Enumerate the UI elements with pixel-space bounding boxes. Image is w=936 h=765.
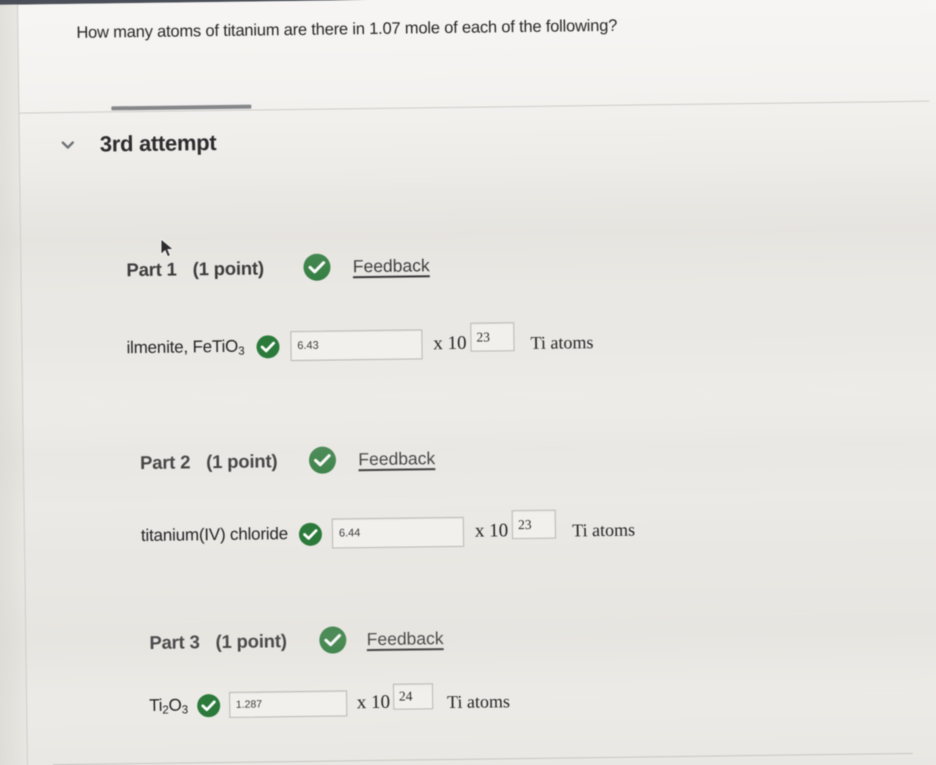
part-3-exponent-input[interactable]: [392, 683, 434, 710]
part-2-unit: Ti atoms: [572, 519, 636, 540]
page-surface: How many atoms of titanium are there in …: [0, 0, 936, 765]
part-2-compound: titanium(IV) chloride: [140, 524, 289, 546]
screenshot-photo: How many atoms of titanium are there in …: [0, 0, 936, 765]
page-lighting: [0, 0, 936, 765]
part-2-label: Part 2: [139, 450, 191, 473]
part-3-multiplier: x 10: [356, 691, 391, 714]
part-3-feedback-link[interactable]: Feedback: [367, 628, 444, 650]
part-1-feedback-link[interactable]: Feedback: [353, 255, 430, 277]
part-3-header: Part 3 (1 point) Feedback: [149, 625, 444, 656]
part-2-coefficient-input[interactable]: [331, 516, 465, 549]
part-3-coefficient-input[interactable]: [228, 690, 347, 718]
part-2-feedback-link[interactable]: Feedback: [358, 448, 435, 470]
part-1-label: Part 1: [126, 258, 177, 280]
part-3-points: (1 point): [215, 629, 287, 652]
part-3-compound: Ti2O3: [149, 695, 188, 717]
part-2-header: Part 2 (1 point) Feedback: [140, 445, 436, 476]
check-circle-icon: [319, 626, 347, 654]
part-1-answer-row: ilmenite, FeTiO3 x 10 Ti atoms: [126, 322, 594, 363]
check-circle-icon: [298, 522, 323, 546]
part-2-points: (1 point): [206, 449, 278, 472]
part-3-label: Part 3: [149, 630, 200, 653]
attempt-header[interactable]: 3rd attempt: [60, 130, 217, 158]
part-1-unit: Ti atoms: [530, 331, 594, 353]
part-1-points: (1 point): [192, 256, 264, 279]
attempt-title: 3rd attempt: [99, 130, 217, 157]
part-1-exponent-input[interactable]: [470, 322, 515, 352]
part-2-exponent-input[interactable]: [511, 509, 557, 540]
chevron-down-icon[interactable]: [60, 137, 76, 153]
part-2-multiplier: x 10: [474, 520, 509, 542]
part-3-unit: Ti atoms: [446, 690, 511, 712]
part-3-answer-row: Ti2O3 x 10 Ti atoms: [149, 683, 511, 719]
check-circle-icon: [309, 446, 337, 474]
check-circle-icon: [256, 334, 280, 359]
check-circle-icon: [196, 693, 220, 717]
part-1-header: Part 1 (1 point) Feedback: [126, 252, 430, 283]
part-1-compound: ilmenite, FeTiO3: [126, 336, 245, 358]
part-1-multiplier: x 10: [433, 332, 467, 355]
part-1-coefficient-input[interactable]: [290, 329, 423, 362]
check-circle-icon: [303, 253, 332, 281]
